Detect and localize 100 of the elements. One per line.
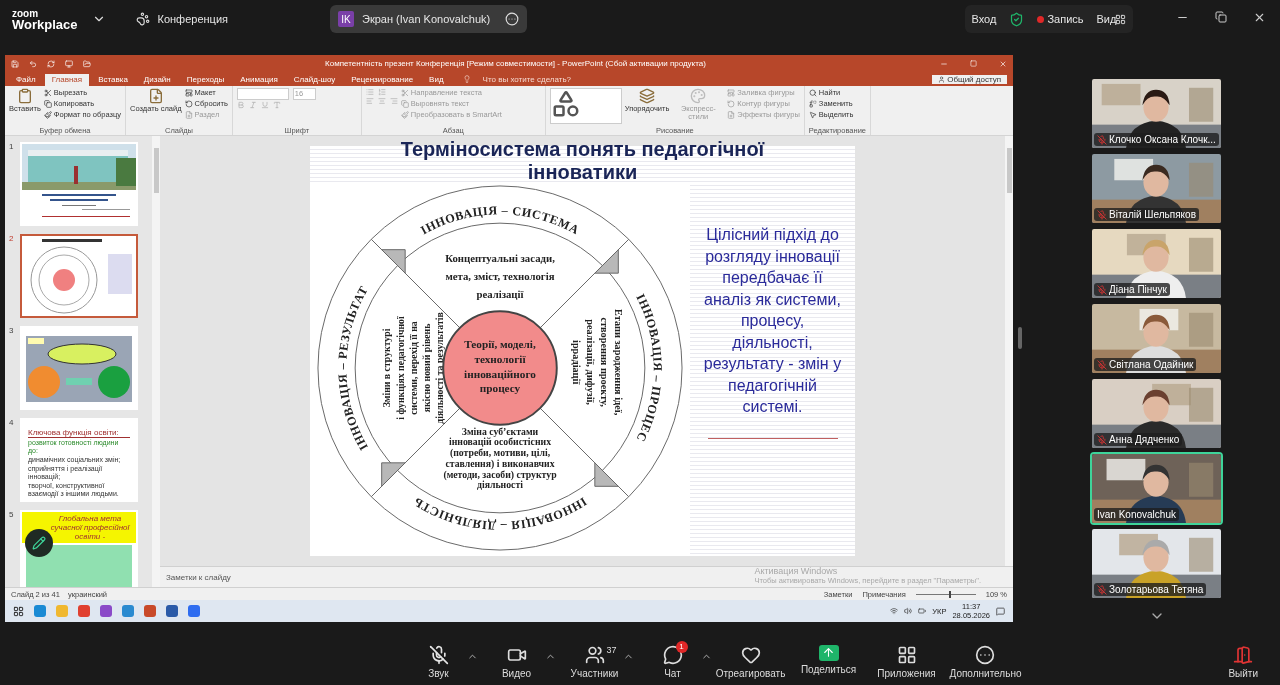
- slide-thumbnail[interactable]: Глобальна мета сучасної професійної освіти -: [20, 510, 138, 587]
- ribbon-tab[interactable]: Вставка: [91, 74, 135, 86]
- center-text: Теорії, моделі, технології інноваційного процесу: [464, 338, 536, 395]
- participant-name: Анна Дядченко: [1109, 434, 1180, 445]
- slide-side-text: Цілісний підхід до розгляду інновації передбачає її аналіз як системи, процесу, діяльності, результату - змін у педагогічній системі.: [702, 225, 843, 417]
- screen-share-pill[interactable]: IK Экран (Ivan Konovalchuk): [330, 5, 527, 33]
- window-title: Компетентність презент Конференція [Режим совместимости] - PowerPoint (Сбой активации продукта): [324, 59, 707, 68]
- restore-icon[interactable]: [1215, 11, 1227, 23]
- video-tile[interactable]: Золотарьова Тетяна: [1090, 527, 1223, 600]
- save-icon[interactable]: [11, 59, 19, 68]
- notes-placeholder[interactable]: Заметки к слайду: [166, 572, 231, 582]
- participant-name: Світлана Одайник: [1109, 359, 1194, 370]
- ribbon-tab[interactable]: Файл: [9, 74, 43, 86]
- tell-me-field[interactable]: Что вы хотите сделать?: [482, 75, 572, 86]
- participant-name: Клочко Оксана Клочк...: [1109, 134, 1216, 145]
- app-icon[interactable]: [166, 605, 178, 617]
- slider-thumb[interactable]: [948, 590, 951, 598]
- pencil-icon: [32, 536, 46, 550]
- video-tile[interactable]: Світлана Одайник: [1090, 302, 1223, 375]
- participant-name: Віталій Шельпяков: [1109, 209, 1196, 220]
- slide-thumbnail[interactable]: [20, 142, 138, 226]
- copy-icon: [400, 100, 409, 108]
- participant-name: Діана Пінчук: [1109, 284, 1167, 295]
- shapes-gallery[interactable]: [549, 88, 622, 124]
- people-icon: [584, 644, 605, 665]
- lightbulb-icon: [462, 75, 471, 83]
- triangle-marker: [594, 462, 619, 487]
- slide-number: 3: [9, 326, 15, 337]
- share-button[interactable]: Общий доступ: [932, 75, 1007, 84]
- video-tile[interactable]: Клочко Оксана Клочк...: [1090, 77, 1223, 150]
- grid-icon[interactable]: [1115, 13, 1127, 25]
- video-tile[interactable]: Діана Пінчук: [1090, 227, 1223, 300]
- toolbar-button[interactable]: Звук: [403, 644, 474, 679]
- folder-icon[interactable]: [83, 59, 91, 68]
- paintbrush-icon: [43, 111, 52, 119]
- layout-icon: [184, 89, 193, 97]
- ribbon-tab[interactable]: Слайд-шоу: [286, 74, 343, 86]
- record-indicator[interactable]: Запись: [1037, 13, 1084, 25]
- participant-name: Ivan Konovalchuk: [1097, 509, 1176, 520]
- ribbon-tab[interactable]: Вид: [422, 74, 451, 86]
- ribbon-tab[interactable]: Дизайн: [136, 74, 178, 86]
- slide-number: 5: [9, 510, 15, 521]
- replace-icon: [808, 100, 817, 108]
- wifi-icon[interactable]: [890, 607, 899, 615]
- toolbar-button[interactable]: Поделиться: [793, 644, 864, 679]
- paintbrush-icon: [400, 111, 409, 119]
- battery-icon[interactable]: [918, 607, 927, 615]
- slideshow-icon[interactable]: [65, 59, 73, 68]
- font-color-icon[interactable]: [272, 101, 281, 109]
- new-page-icon: [727, 111, 736, 119]
- toolbar-button[interactable]: Отреагировать: [715, 644, 786, 679]
- view-button[interactable]: Вид: [1096, 13, 1117, 25]
- more-icon: [975, 644, 996, 665]
- app-icon[interactable]: [122, 605, 134, 617]
- app-icon[interactable]: [78, 605, 90, 617]
- toolbar-button[interactable]: Приложения: [871, 644, 942, 679]
- undo-icon[interactable]: [29, 59, 37, 68]
- speaker-icon[interactable]: [904, 607, 913, 615]
- paw-icon[interactable]: [135, 12, 150, 26]
- meeting-label[interactable]: Конференция: [157, 13, 228, 25]
- scissors-icon: [43, 89, 52, 97]
- ribbon-tab[interactable]: Переходы: [179, 74, 232, 86]
- shield-check-icon[interactable]: [1009, 11, 1025, 27]
- font-name-field[interactable]: [236, 88, 289, 100]
- copy-icon: [43, 100, 52, 108]
- app-icon[interactable]: [188, 605, 200, 617]
- app-icon[interactable]: [100, 605, 112, 617]
- notifications-icon[interactable]: [996, 606, 1005, 616]
- video-tile[interactable]: Анна Дядченко: [1090, 377, 1223, 450]
- start-icon[interactable]: [13, 605, 24, 617]
- chat-bubble-icon: [662, 644, 683, 665]
- more-icon[interactable]: [505, 12, 519, 26]
- triangle-marker: [381, 249, 406, 274]
- maximize-icon[interactable]: [970, 59, 977, 67]
- unread-badge: 1: [675, 640, 688, 653]
- reset-icon: [727, 100, 736, 108]
- signin-link[interactable]: Вход: [971, 13, 997, 25]
- ribbon-tab[interactable]: Главная: [44, 74, 90, 86]
- video-tile[interactable]: Ivan Konovalchuk: [1090, 452, 1223, 525]
- repeat-icon[interactable]: [47, 59, 55, 68]
- search-icon: [808, 89, 817, 97]
- close-icon[interactable]: [1253, 11, 1266, 24]
- leave-button[interactable]: Выйти: [1228, 644, 1258, 679]
- toolbar-button[interactable]: Дополнительно: [949, 644, 1022, 679]
- toolbar-button[interactable]: 37 Участники: [559, 644, 630, 679]
- scrollbar[interactable]: [152, 136, 160, 587]
- participant-count: 37: [606, 644, 617, 655]
- resize-handle[interactable]: [1018, 327, 1022, 349]
- app-icon[interactable]: [144, 605, 156, 617]
- slide-number: 1: [9, 142, 15, 153]
- slide-title: Терміносистема понять педагогічної інноватики: [399, 138, 766, 184]
- app-icon[interactable]: [34, 605, 46, 617]
- scrollbar[interactable]: [1005, 136, 1013, 566]
- toolbar-button[interactable]: Видео: [481, 644, 552, 679]
- ribbon-tab[interactable]: Анимация: [233, 74, 285, 86]
- ribbon-tab[interactable]: Рецензирование: [344, 74, 421, 86]
- heart-icon: [740, 644, 761, 665]
- slide-number: 2: [9, 234, 15, 245]
- triangle-marker: [381, 462, 406, 487]
- video-tile[interactable]: Віталій Шельпяков: [1090, 152, 1223, 225]
